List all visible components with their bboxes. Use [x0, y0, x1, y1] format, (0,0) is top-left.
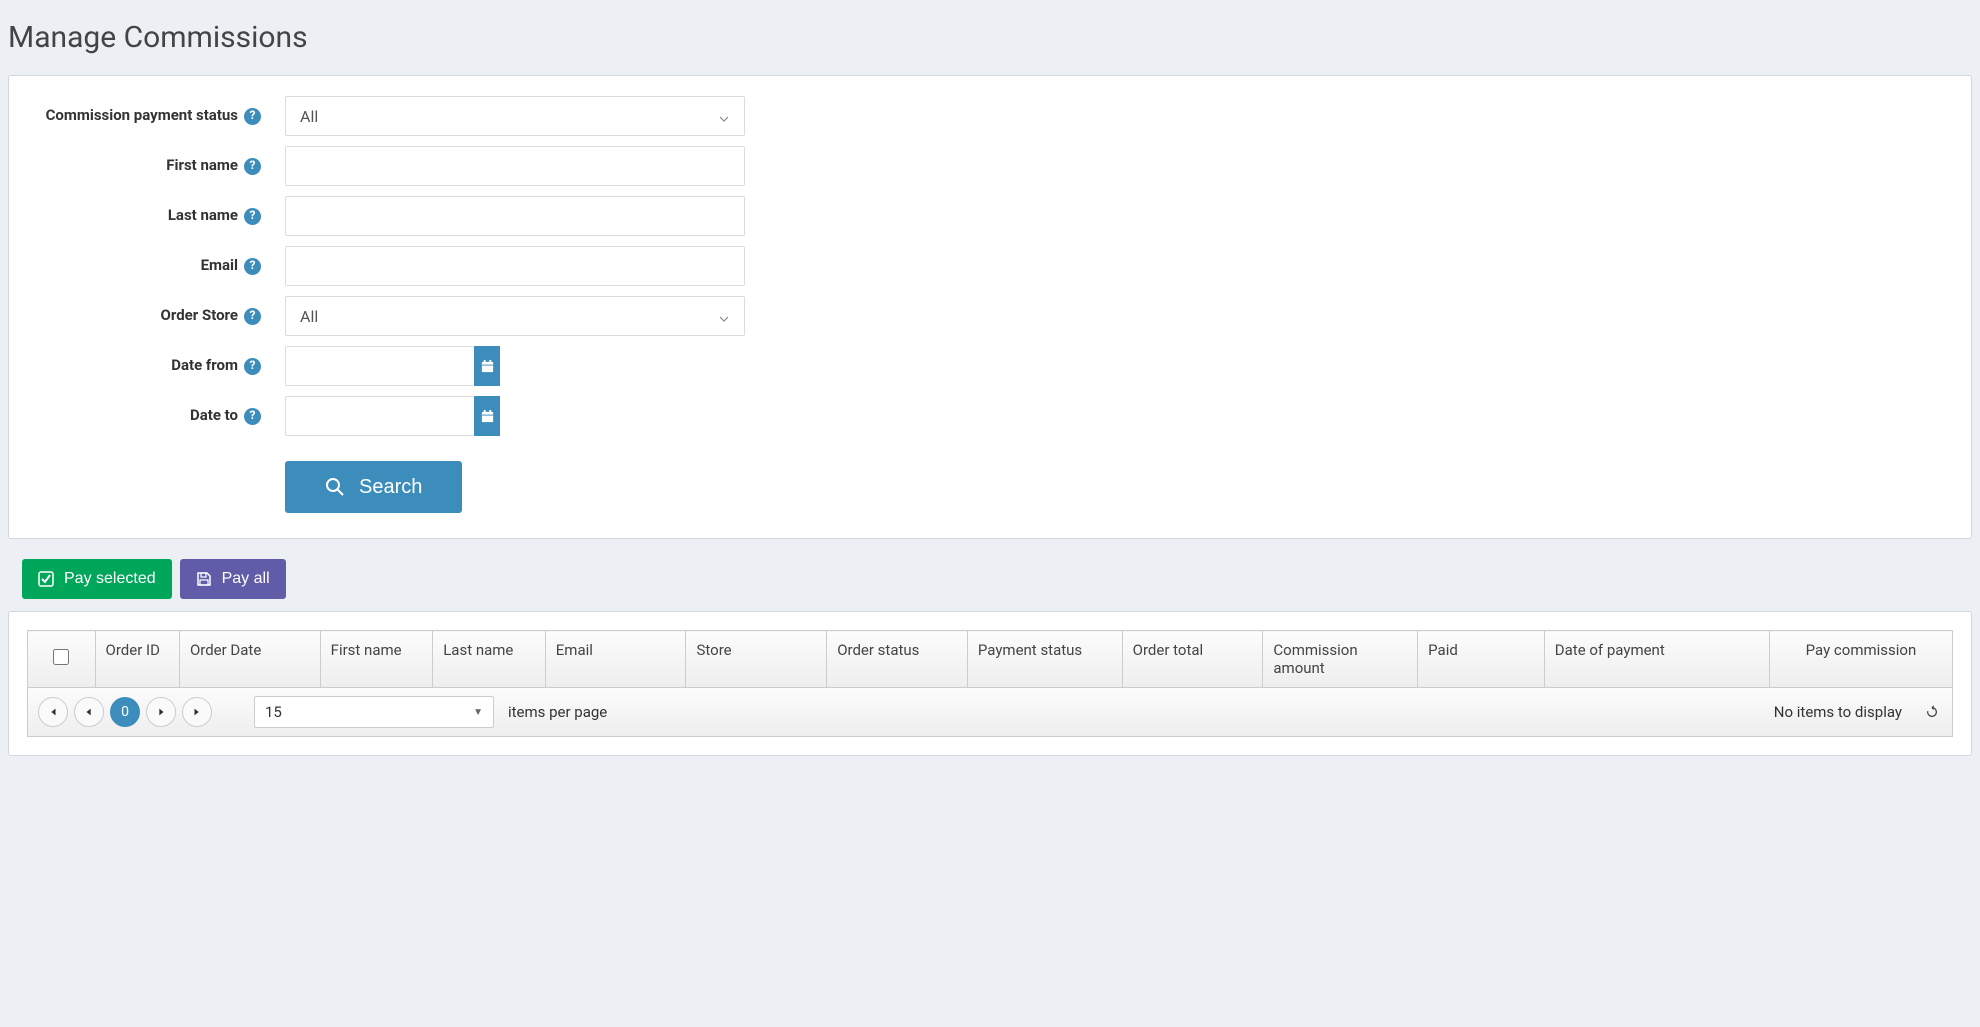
chevron-down-icon: [718, 310, 730, 322]
col-paid[interactable]: Paid: [1418, 631, 1545, 688]
col-last-name[interactable]: Last name: [433, 631, 546, 688]
col-order-date[interactable]: Order Date: [179, 631, 320, 688]
label-date-to: Date to ?: [9, 406, 269, 426]
label-first-name: First name ?: [9, 156, 269, 176]
dropdown-arrow-icon: ▼: [473, 707, 483, 718]
help-icon[interactable]: ?: [244, 158, 261, 175]
col-email[interactable]: Email: [545, 631, 686, 688]
help-icon[interactable]: ?: [244, 258, 261, 275]
refresh-icon: [1925, 705, 1939, 719]
last-name-input[interactable]: [285, 196, 745, 236]
pager-current-page: 0: [110, 697, 140, 727]
email-input[interactable]: [285, 246, 745, 286]
next-page-icon: [156, 707, 166, 717]
check-square-icon: [38, 571, 54, 587]
payment-status-select[interactable]: All: [285, 96, 745, 136]
help-icon[interactable]: ?: [244, 208, 261, 225]
col-pay-commission[interactable]: Pay commission: [1769, 631, 1952, 688]
action-bar: Pay selected Pay all: [8, 559, 1972, 599]
help-icon[interactable]: ?: [244, 308, 261, 325]
calendar-icon: [480, 359, 495, 374]
help-icon[interactable]: ?: [244, 408, 261, 425]
grid-refresh-button[interactable]: [1922, 702, 1942, 722]
help-icon[interactable]: ?: [244, 358, 261, 375]
filter-panel: Commission payment status ? All First na…: [8, 75, 1972, 539]
col-order-id[interactable]: Order ID: [95, 631, 179, 688]
date-to-picker-button[interactable]: [474, 396, 500, 436]
commissions-table: Order ID Order Date First name Last name…: [27, 630, 1953, 688]
date-to-input[interactable]: [285, 396, 474, 436]
save-icon: [196, 571, 212, 587]
search-button[interactable]: Search: [285, 461, 462, 513]
pager-last-button[interactable]: [182, 697, 212, 727]
label-email: Email ?: [9, 256, 269, 276]
pay-all-button[interactable]: Pay all: [180, 559, 286, 599]
date-from-input[interactable]: [285, 346, 474, 386]
label-order-store: Order Store ?: [9, 306, 269, 326]
last-page-icon: [192, 707, 202, 717]
page-title: Manage Commissions: [8, 20, 1972, 55]
grid-empty-text: No items to display: [1774, 703, 1902, 721]
pager-prev-button[interactable]: [74, 697, 104, 727]
first-name-input[interactable]: [285, 146, 745, 186]
items-per-page-label: items per page: [508, 703, 607, 721]
first-page-icon: [48, 707, 58, 717]
col-date-of-payment[interactable]: Date of payment: [1544, 631, 1769, 688]
prev-page-icon: [84, 707, 94, 717]
select-all-checkbox[interactable]: [53, 649, 69, 665]
col-payment-status[interactable]: Payment status: [967, 631, 1122, 688]
col-commission-amount[interactable]: Commission amount: [1263, 631, 1418, 688]
col-order-total[interactable]: Order total: [1122, 631, 1263, 688]
help-icon[interactable]: ?: [244, 108, 261, 125]
table-header-row: Order ID Order Date First name Last name…: [28, 631, 1953, 688]
label-date-from: Date from ?: [9, 356, 269, 376]
pager-next-button[interactable]: [146, 697, 176, 727]
order-store-select[interactable]: All: [285, 296, 745, 336]
pager-bar: 0 15 ▼ items per page No items to displa…: [27, 688, 1953, 737]
label-last-name: Last name ?: [9, 206, 269, 226]
pager-first-button[interactable]: [38, 697, 68, 727]
label-payment-status: Commission payment status ?: [9, 106, 269, 126]
pay-selected-button[interactable]: Pay selected: [22, 559, 172, 599]
col-first-name[interactable]: First name: [320, 631, 433, 688]
col-store[interactable]: Store: [686, 631, 827, 688]
chevron-down-icon: [718, 110, 730, 122]
page-size-select[interactable]: 15 ▼: [254, 696, 494, 728]
calendar-icon: [480, 409, 495, 424]
grid-panel: Order ID Order Date First name Last name…: [8, 611, 1972, 756]
search-icon: [325, 477, 345, 497]
col-order-status[interactable]: Order status: [827, 631, 968, 688]
date-from-picker-button[interactable]: [474, 346, 500, 386]
